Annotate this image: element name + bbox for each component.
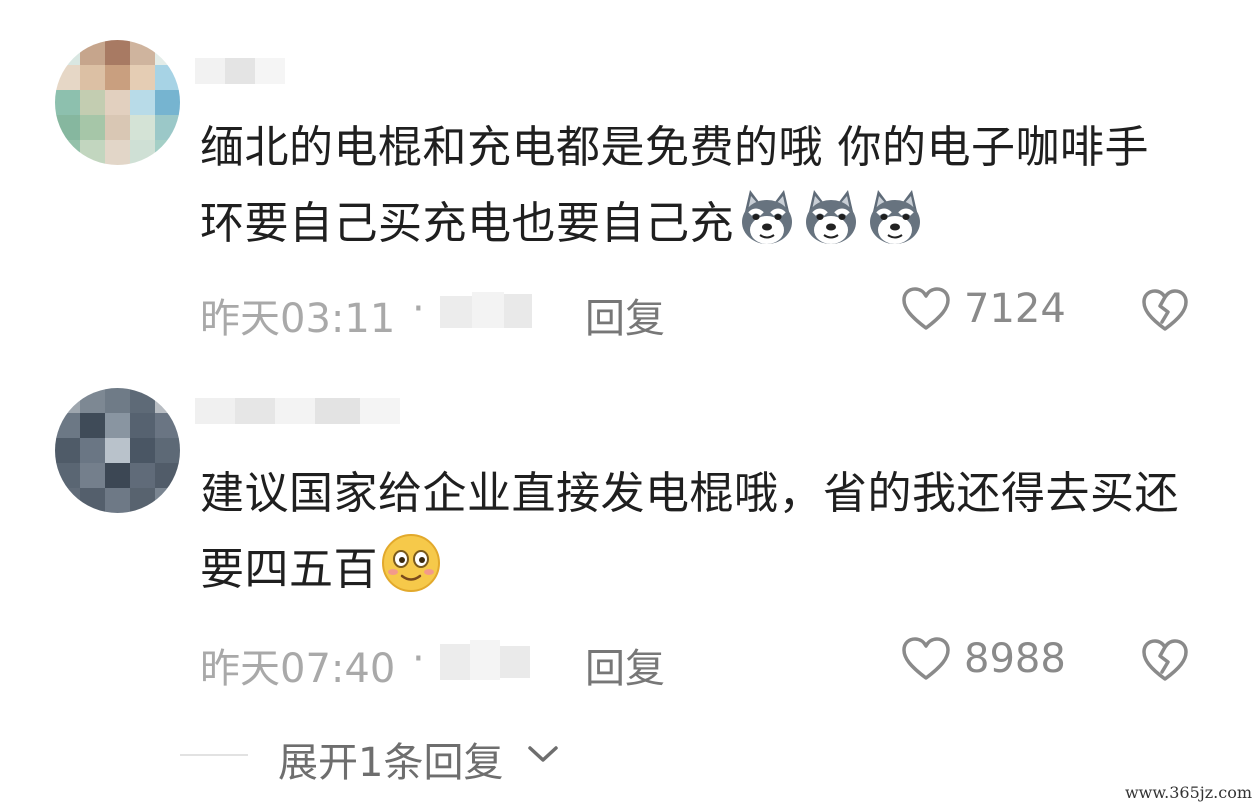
username-blurred[interactable] [195,398,400,424]
heart-icon [902,637,950,680]
comment-item: 缅北的电棍和充电都是免费的哦 你的电子咖啡手环要自己买充电也要自己充 昨天03:… [0,0,1260,360]
blushing-smile-emoji [380,532,442,594]
like-count: 7124 [964,286,1066,332]
avatar[interactable] [55,388,180,513]
expand-replies-button[interactable]: 展开1条回复 [180,730,580,786]
meta-separator: · [412,286,425,332]
comment-text-content: 缅北的电棍和充电都是免费的哦 你的电子咖啡手环要自己买充电也要自己充 [200,122,1149,249]
heart-icon [902,287,950,330]
comment-text: 缅北的电棍和充电都是免费的哦 你的电子咖啡手环要自己买充电也要自己充 [200,110,1190,262]
like-count: 8988 [964,636,1066,682]
reply-button[interactable]: 回复 [585,286,665,344]
husky-emoji [800,186,862,248]
username-blurred[interactable] [195,58,285,84]
broken-heart-icon[interactable] [1140,286,1190,336]
comment-time: 昨天03:11 [200,296,396,342]
comment-meta: 昨天03:11 · 回复 7124 [200,282,1200,342]
comment-text: 建议国家给企业直接发电棍哦，省的我还得去买还要四五百 [200,456,1190,608]
location-blurred [440,288,535,332]
watermark: www.365jz.com [1124,783,1252,802]
husky-emoji [864,186,926,248]
broken-heart-icon[interactable] [1140,636,1190,686]
comment-time: 昨天07:40 [200,646,396,692]
reply-button[interactable]: 回复 [585,636,665,694]
meta-separator: · [412,636,425,682]
comment-text-content: 建议国家给企业直接发电棍哦，省的我还得去买还要四五百 [200,468,1179,595]
chevron-down-icon [528,746,558,762]
expand-replies-label: 展开1条回复 [278,740,504,786]
comment-meta: 昨天07:40 · 回复 8988 [200,632,1200,692]
avatar[interactable] [55,40,180,165]
location-blurred [440,638,535,682]
husky-emoji [736,186,798,248]
divider-line [180,754,248,756]
comment-item: 建议国家给企业直接发电棍哦，省的我还得去买还要四五百 昨天07:40 · 回复 … [0,360,1260,692]
